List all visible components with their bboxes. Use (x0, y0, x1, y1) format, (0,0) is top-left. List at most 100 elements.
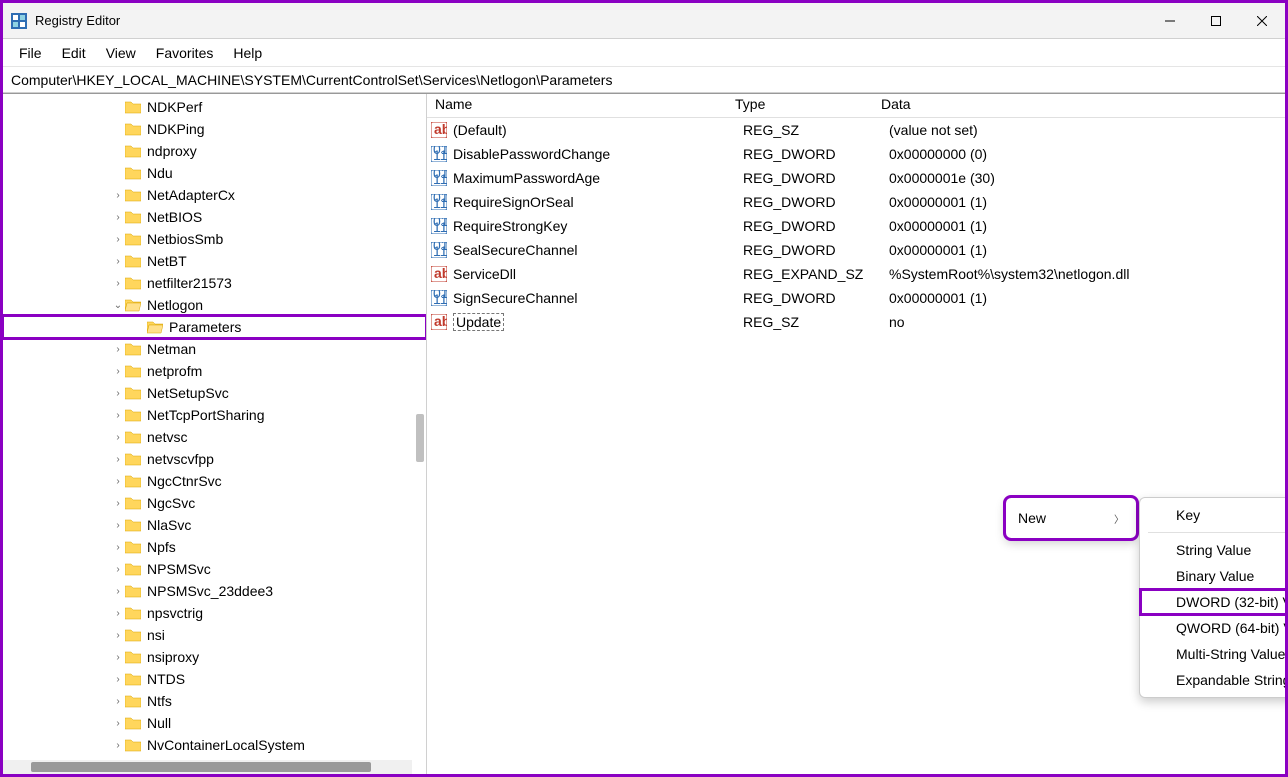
horizontal-scrollbar[interactable] (3, 760, 412, 774)
chevron-down-icon[interactable]: ⌄ (111, 300, 125, 311)
list-row[interactable]: (Default)REG_SZ(value not set) (427, 118, 1285, 142)
chevron-right-icon[interactable]: › (111, 454, 125, 465)
tree-item[interactable]: ›NgcSvc (3, 492, 426, 514)
chevron-right-icon[interactable]: › (111, 278, 125, 289)
folder-icon (125, 716, 141, 730)
close-button[interactable] (1239, 3, 1285, 39)
tree-item[interactable]: ›Null (3, 712, 426, 734)
tree-item[interactable]: ›netprofm (3, 360, 426, 382)
tree-item[interactable]: ›NTDS (3, 668, 426, 690)
tree-pane[interactable]: NDKPerfNDKPingndproxyNdu›NetAdapterCx›Ne… (3, 94, 427, 774)
list-row[interactable]: MaximumPasswordAgeREG_DWORD0x0000001e (3… (427, 166, 1285, 190)
chevron-right-icon[interactable]: › (111, 630, 125, 641)
chevron-right-icon[interactable]: › (111, 608, 125, 619)
tree-item[interactable]: Parameters (3, 316, 426, 338)
chevron-right-icon: 〉 (1114, 511, 1124, 526)
column-name[interactable]: Name (427, 94, 727, 117)
tree-item[interactable]: › NPSMSvc (3, 558, 426, 580)
chevron-right-icon[interactable]: › (111, 432, 125, 443)
chevron-right-icon[interactable]: › (111, 410, 125, 421)
chevron-right-icon[interactable]: › (111, 212, 125, 223)
tree-item[interactable]: Ndu (3, 162, 426, 184)
chevron-right-icon[interactable]: › (111, 718, 125, 729)
chevron-right-icon[interactable]: › (111, 344, 125, 355)
tree-item[interactable]: ›NetSetupSvc (3, 382, 426, 404)
list-row[interactable]: SealSecureChannelREG_DWORD0x00000001 (1) (427, 238, 1285, 262)
tree-item[interactable]: ›NetTcpPortSharing (3, 404, 426, 426)
chevron-right-icon[interactable]: › (111, 740, 125, 751)
menu-help[interactable]: Help (223, 42, 272, 64)
tree-item[interactable]: ›netvsc (3, 426, 426, 448)
context-menu-new[interactable]: New 〉 (1006, 502, 1136, 534)
menu-view[interactable]: View (96, 42, 146, 64)
context-submenu-item[interactable]: QWORD (64-bit) Value (1140, 615, 1285, 641)
cell-data: 0x0000001e (30) (889, 170, 1285, 186)
list-row[interactable]: RequireStrongKeyREG_DWORD0x00000001 (1) (427, 214, 1285, 238)
chevron-right-icon[interactable]: › (111, 234, 125, 245)
chevron-right-icon[interactable]: › (111, 564, 125, 575)
list-row[interactable]: ServiceDllREG_EXPAND_SZ%SystemRoot%\syst… (427, 262, 1285, 286)
chevron-right-icon[interactable]: › (111, 586, 125, 597)
chevron-right-icon[interactable]: › (111, 476, 125, 487)
tree-item[interactable]: NDKPing (3, 118, 426, 140)
context-submenu-item[interactable]: Key (1140, 502, 1285, 528)
minimize-button[interactable] (1147, 3, 1193, 39)
tree-item[interactable]: ›Npfs (3, 536, 426, 558)
address-bar[interactable]: Computer\HKEY_LOCAL_MACHINE\SYSTEM\Curre… (3, 67, 1285, 93)
tree-item[interactable]: ›NlaSvc (3, 514, 426, 536)
chevron-right-icon[interactable]: › (111, 388, 125, 399)
context-submenu-item[interactable]: String Value (1140, 537, 1285, 563)
tree-item[interactable]: ›netfilter21573 (3, 272, 426, 294)
column-data[interactable]: Data (873, 94, 1285, 117)
tree-item[interactable]: ›nsi (3, 624, 426, 646)
binary-value-icon (431, 242, 447, 258)
tree-item[interactable]: ›Netman (3, 338, 426, 360)
tree-item[interactable]: ›NPSMSvc_23ddee3 (3, 580, 426, 602)
chevron-right-icon[interactable]: › (111, 520, 125, 531)
list-row[interactable]: RequireSignOrSealREG_DWORD0x00000001 (1) (427, 190, 1285, 214)
cell-data: no (889, 314, 1285, 330)
tree-item-label: npsvctrig (147, 605, 203, 621)
chevron-right-icon[interactable]: › (111, 366, 125, 377)
maximize-button[interactable] (1193, 3, 1239, 39)
tree-item[interactable]: ›NetAdapterCx (3, 184, 426, 206)
list-pane[interactable]: Name Type Data (Default)REG_SZ(value not… (427, 94, 1285, 774)
menu-favorites[interactable]: Favorites (146, 42, 224, 64)
cell-name: SignSecureChannel (453, 290, 743, 306)
tree-item[interactable]: ›Ntfs (3, 690, 426, 712)
tree-item[interactable]: ›NetbiosSmb (3, 228, 426, 250)
tree-item[interactable]: ›nsiproxy (3, 646, 426, 668)
string-value-icon (431, 314, 447, 330)
tree-item[interactable]: › npsvctrig (3, 602, 426, 624)
column-type[interactable]: Type (727, 94, 873, 117)
tree-item-label: NPSMSvc (147, 561, 211, 577)
cell-name: SealSecureChannel (453, 242, 743, 258)
context-submenu-item[interactable]: Binary Value (1140, 563, 1285, 589)
tree-item[interactable]: NDKPerf (3, 96, 426, 118)
context-submenu-item[interactable]: DWORD (32-bit) Value (1140, 589, 1285, 615)
chevron-right-icon[interactable]: › (111, 652, 125, 663)
chevron-right-icon[interactable]: › (111, 674, 125, 685)
tree-item[interactable]: ⌄Netlogon (3, 294, 426, 316)
tree-item[interactable]: ›NvContainerLocalSystem (3, 734, 426, 756)
chevron-right-icon[interactable]: › (111, 696, 125, 707)
list-row[interactable]: UpdateREG_SZno (427, 310, 1285, 334)
tree-item[interactable]: ›NetBT (3, 250, 426, 272)
list-row[interactable]: SignSecureChannelREG_DWORD0x00000001 (1) (427, 286, 1285, 310)
chevron-right-icon[interactable]: › (111, 498, 125, 509)
tree-item[interactable]: ›NetBIOS (3, 206, 426, 228)
tree-item[interactable]: ›netvscvfpp (3, 448, 426, 470)
tree-item[interactable]: ›NgcCtnrSvc (3, 470, 426, 492)
horizontal-scrollbar-thumb[interactable] (31, 762, 371, 772)
context-submenu-item[interactable]: Multi-String Value (1140, 641, 1285, 667)
chevron-right-icon[interactable]: › (111, 542, 125, 553)
tree-item[interactable]: ndproxy (3, 140, 426, 162)
chevron-right-icon[interactable]: › (111, 256, 125, 267)
chevron-right-icon[interactable]: › (111, 190, 125, 201)
menu-file[interactable]: File (9, 42, 52, 64)
folder-icon (125, 122, 141, 136)
menu-edit[interactable]: Edit (52, 42, 96, 64)
list-row[interactable]: DisablePasswordChangeREG_DWORD0x00000000… (427, 142, 1285, 166)
context-submenu-item[interactable]: Expandable String Value (1140, 667, 1285, 693)
vertical-scrollbar-thumb[interactable] (416, 414, 424, 462)
